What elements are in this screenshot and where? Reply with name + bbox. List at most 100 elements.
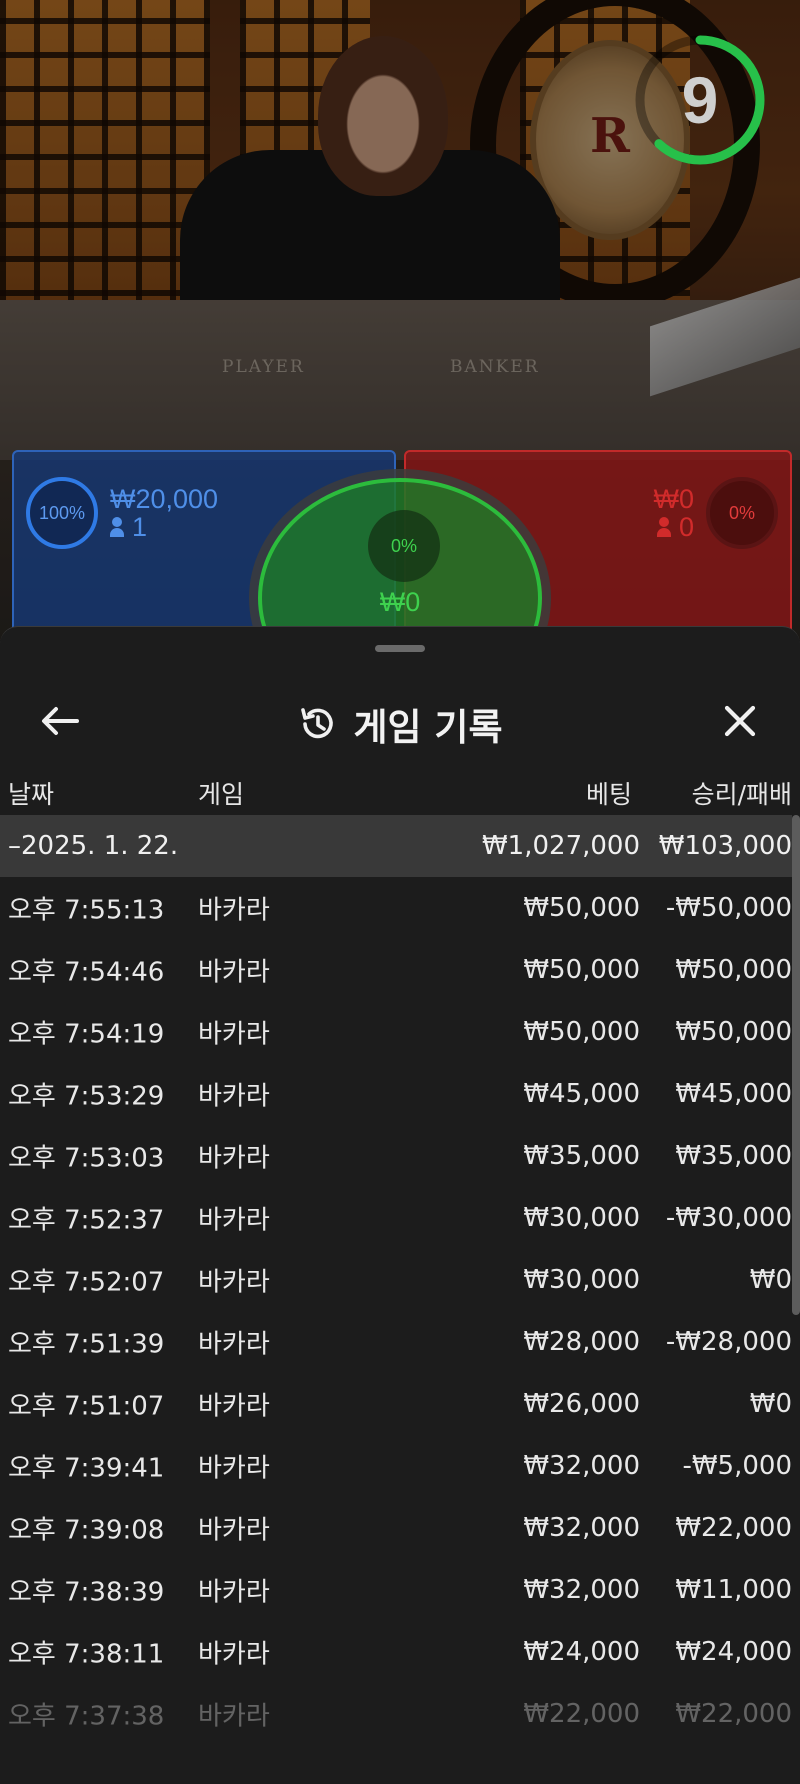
history-row-bet: ₩32,000	[523, 1451, 640, 1481]
history-row[interactable]: 오후 7:52:07 바카라 ₩30,000 ₩0	[0, 1249, 792, 1311]
history-row-game: 바카라	[198, 1143, 270, 1174]
history-row-result: ₩50,000	[675, 1017, 792, 1047]
history-row-result: -₩28,000	[665, 1327, 792, 1357]
sheet-drag-handle[interactable]	[375, 645, 425, 652]
banker-bet-percent: 0%	[706, 477, 778, 549]
history-row[interactable]: 오후 7:53:29 바카라 ₩45,000 ₩45,000	[0, 1063, 792, 1125]
history-row-result: ₩0	[749, 1389, 792, 1419]
history-row[interactable]: 오후 7:39:08 바카라 ₩32,000 ₩22,000	[0, 1497, 792, 1559]
history-row-result: -₩30,000	[665, 1203, 792, 1233]
banker-bettor-count: 0	[654, 512, 694, 542]
history-row-game: 바카라	[198, 1577, 270, 1608]
person-icon	[656, 517, 671, 537]
history-row[interactable]: 오후 7:52:37 바카라 ₩30,000 -₩30,000	[0, 1187, 792, 1249]
history-row-bet: ₩50,000	[523, 1017, 640, 1047]
history-row-time: 오후 7:54:46	[8, 957, 165, 988]
history-row[interactable]: 오후 7:38:11 바카라 ₩24,000 ₩24,000	[0, 1621, 792, 1683]
history-row-result: ₩50,000	[675, 955, 792, 985]
close-button[interactable]	[708, 689, 772, 753]
history-row-game: 바카라	[198, 1639, 270, 1670]
history-row-bet: ₩26,000	[523, 1389, 640, 1419]
date-group-total-result: ₩103,000	[658, 831, 792, 861]
player-bet-amount: ₩20,000	[110, 484, 219, 514]
history-row-game: 바카라	[198, 1701, 270, 1732]
history-row-result: -₩50,000	[665, 893, 792, 923]
sheet-title-text: 게임 기록	[353, 706, 503, 749]
history-row-bet: ₩30,000	[523, 1203, 640, 1233]
history-row-result: ₩22,000	[675, 1513, 792, 1543]
history-row[interactable]: 오후 7:51:07 바카라 ₩26,000 ₩0	[0, 1373, 792, 1435]
history-row-time: 오후 7:51:07	[8, 1391, 165, 1422]
history-row-time: 오후 7:55:13	[8, 895, 165, 926]
history-row-bet: ₩28,000	[523, 1327, 640, 1357]
history-row-result: ₩11,000	[675, 1575, 792, 1605]
history-row-time: 오후 7:52:37	[8, 1205, 165, 1236]
sheet-header: 게임 기록	[0, 667, 800, 777]
banker-bet-info: ₩0 0	[654, 485, 695, 541]
history-column-headers: 날짜 게임 베팅 승리/패배	[0, 767, 800, 817]
history-row-game: 바카라	[198, 1391, 270, 1422]
player-bettor-count-value: 1	[132, 512, 148, 542]
history-row-game: 바카라	[198, 1081, 270, 1112]
history-row-bet: ₩50,000	[523, 893, 640, 923]
history-row-bet: ₩30,000	[523, 1265, 640, 1295]
history-row-game: 바카라	[198, 1267, 270, 1298]
column-header-bet: 베팅	[585, 780, 632, 809]
tie-bet-percent: 0%	[368, 510, 440, 582]
history-row-bet: ₩45,000	[523, 1079, 640, 1109]
history-row-result: ₩22,000	[675, 1699, 792, 1729]
history-row-game: 바카라	[198, 895, 270, 926]
history-row[interactable]: 오후 7:54:19 바카라 ₩50,000 ₩50,000	[0, 1001, 792, 1063]
column-header-result: 승리/패배	[691, 780, 792, 809]
history-row-result: ₩0	[749, 1265, 792, 1295]
person-icon	[110, 517, 124, 537]
history-row-result: ₩24,000	[675, 1637, 792, 1667]
date-group-row[interactable]: –2025. 1. 22. ₩1,027,000 ₩103,000	[0, 815, 792, 877]
history-row-time: 오후 7:54:19	[8, 1019, 165, 1050]
history-row-time: 오후 7:53:03	[8, 1143, 165, 1174]
history-row-bet: ₩32,000	[523, 1575, 640, 1605]
history-row[interactable]: 오후 7:37:38 바카라 ₩22,000 ₩22,000	[0, 1683, 792, 1745]
history-row-game: 바카라	[198, 1515, 270, 1546]
history-row-bet: ₩35,000	[523, 1141, 640, 1171]
history-list: –2025. 1. 22. ₩1,027,000 ₩103,000 오후 7:5…	[0, 815, 792, 1745]
history-row-time: 오후 7:39:08	[8, 1515, 165, 1546]
history-row-game: 바카라	[198, 957, 270, 988]
history-row-result: -₩5,000	[682, 1451, 792, 1481]
date-group-label: –2025. 1. 22.	[8, 831, 179, 861]
history-row-time: 오후 7:53:29	[8, 1081, 165, 1112]
history-row-time: 오후 7:38:11	[8, 1639, 165, 1670]
player-bet-percent: 100%	[26, 477, 98, 549]
column-header-date: 날짜	[8, 780, 55, 809]
history-row[interactable]: 오후 7:38:39 바카라 ₩32,000 ₩11,000	[0, 1559, 792, 1621]
player-bet-info: ₩20,000 1	[110, 485, 218, 541]
history-row-game: 바카라	[198, 1019, 270, 1050]
history-row-time: 오후 7:37:38	[8, 1701, 165, 1732]
countdown-timer: 9	[630, 30, 770, 170]
column-header-game: 게임	[198, 780, 245, 809]
history-row-bet: ₩22,000	[523, 1699, 640, 1729]
tie-bet-amount: ₩0	[379, 587, 421, 617]
banker-bet-amount: ₩0	[653, 484, 695, 514]
history-row-game: 바카라	[198, 1205, 270, 1236]
history-row-bet: ₩32,000	[523, 1513, 640, 1543]
sheet-title: 게임 기록	[0, 697, 800, 751]
history-row-time: 오후 7:39:41	[8, 1453, 165, 1484]
banker-bettor-count-value: 0	[678, 512, 694, 542]
history-row[interactable]: 오후 7:53:03 바카라 ₩35,000 ₩35,000	[0, 1125, 792, 1187]
history-row-game: 바카라	[198, 1453, 270, 1484]
history-row-result: ₩35,000	[675, 1141, 792, 1171]
history-row[interactable]: 오후 7:54:46 바카라 ₩50,000 ₩50,000	[0, 939, 792, 1001]
close-icon	[724, 705, 756, 737]
history-row-bet: ₩50,000	[523, 955, 640, 985]
history-row-time: 오후 7:38:39	[8, 1577, 165, 1608]
date-group-total-bet: ₩1,027,000	[481, 831, 640, 861]
history-row[interactable]: 오후 7:55:13 바카라 ₩50,000 -₩50,000	[0, 877, 792, 939]
history-row[interactable]: 오후 7:39:41 바카라 ₩32,000 -₩5,000	[0, 1435, 792, 1497]
countdown-seconds: 9	[681, 63, 719, 137]
history-row-time: 오후 7:51:39	[8, 1329, 165, 1360]
history-row[interactable]: 오후 7:51:39 바카라 ₩28,000 -₩28,000	[0, 1311, 792, 1373]
history-row-result: ₩45,000	[675, 1079, 792, 1109]
history-row-game: 바카라	[198, 1329, 270, 1360]
history-scrollbar[interactable]	[792, 815, 800, 1315]
